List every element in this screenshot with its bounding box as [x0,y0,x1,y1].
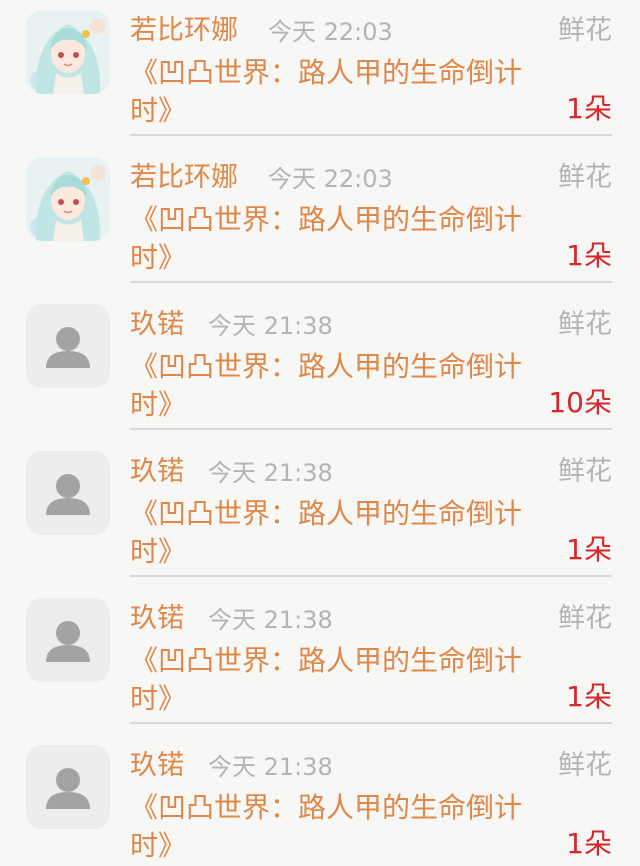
username[interactable]: 玖锘 [130,304,184,346]
gift-type: 鲜花 [558,15,612,46]
gift-count: 1朵 [566,92,612,125]
book-title[interactable]: 《凹凸世界：路人甲的生命倒计时》 [130,348,528,424]
divider [130,134,612,136]
default-user-icon [46,621,90,662]
avatar[interactable] [26,598,110,682]
list-item[interactable]: 若比环娜 今天 22:03 鲜花 《凹凸世界：路人甲的生命倒计时》 1朵 [0,147,640,294]
anime-girl-avatar-icon [26,157,110,241]
book-title[interactable]: 《凹凸世界：路人甲的生命倒计时》 [130,54,556,130]
divider [130,722,612,724]
gift-type: 鲜花 [558,162,612,193]
book-title[interactable]: 《凹凸世界：路人甲的生命倒计时》 [130,642,556,718]
gift-count: 1朵 [566,680,612,713]
gift-count: 1朵 [566,533,612,566]
default-user-icon [46,768,90,809]
avatar[interactable] [26,304,110,388]
avatar[interactable] [26,157,110,241]
book-title[interactable]: 《凹凸世界：路人甲的生命倒计时》 [130,789,556,865]
book-title[interactable]: 《凹凸世界：路人甲的生命倒计时》 [130,201,556,277]
list-item[interactable]: 玖锘 今天 21:38 鲜花 《凹凸世界：路人甲的生命倒计时》 1朵 [0,588,640,735]
gift-count: 1朵 [566,239,612,272]
divider [130,428,612,430]
list-item[interactable]: 玖锘 今天 21:38 鲜花 《凹凸世界：路人甲的生命倒计时》 1朵 [0,735,640,866]
gift-count: 10朵 [548,386,612,419]
timestamp: 今天 21:38 [208,606,333,634]
gift-type: 鲜花 [558,456,612,487]
list-item[interactable]: 玖锘 今天 21:38 鲜花 《凹凸世界：路人甲的生命倒计时》 10朵 [0,294,640,441]
timestamp: 今天 21:38 [208,459,333,487]
avatar[interactable] [26,10,110,94]
divider [130,281,612,283]
avatar[interactable] [26,745,110,829]
username[interactable]: 若比环娜 [130,10,238,52]
username[interactable]: 玖锘 [130,598,184,640]
gift-count: 1朵 [566,827,612,860]
username[interactable]: 玖锘 [130,451,184,493]
default-user-icon [46,327,90,368]
gift-record-list: 若比环娜 今天 22:03 鲜花 《凹凸世界：路人甲的生命倒计时》 1朵 若比环… [0,0,640,866]
list-item[interactable]: 若比环娜 今天 22:03 鲜花 《凹凸世界：路人甲的生命倒计时》 1朵 [0,0,640,147]
timestamp: 今天 21:38 [208,312,333,340]
avatar[interactable] [26,451,110,535]
timestamp: 今天 21:38 [208,753,333,781]
username[interactable]: 若比环娜 [130,157,238,199]
divider [130,575,612,577]
default-user-icon [46,474,90,515]
timestamp: 今天 22:03 [268,18,393,46]
username[interactable]: 玖锘 [130,745,184,787]
timestamp: 今天 22:03 [268,165,393,193]
book-title[interactable]: 《凹凸世界：路人甲的生命倒计时》 [130,495,556,571]
anime-girl-avatar-icon [26,10,110,94]
gift-type: 鲜花 [558,750,612,781]
gift-type: 鲜花 [558,603,612,634]
gift-type: 鲜花 [558,309,612,340]
list-item[interactable]: 玖锘 今天 21:38 鲜花 《凹凸世界：路人甲的生命倒计时》 1朵 [0,441,640,588]
